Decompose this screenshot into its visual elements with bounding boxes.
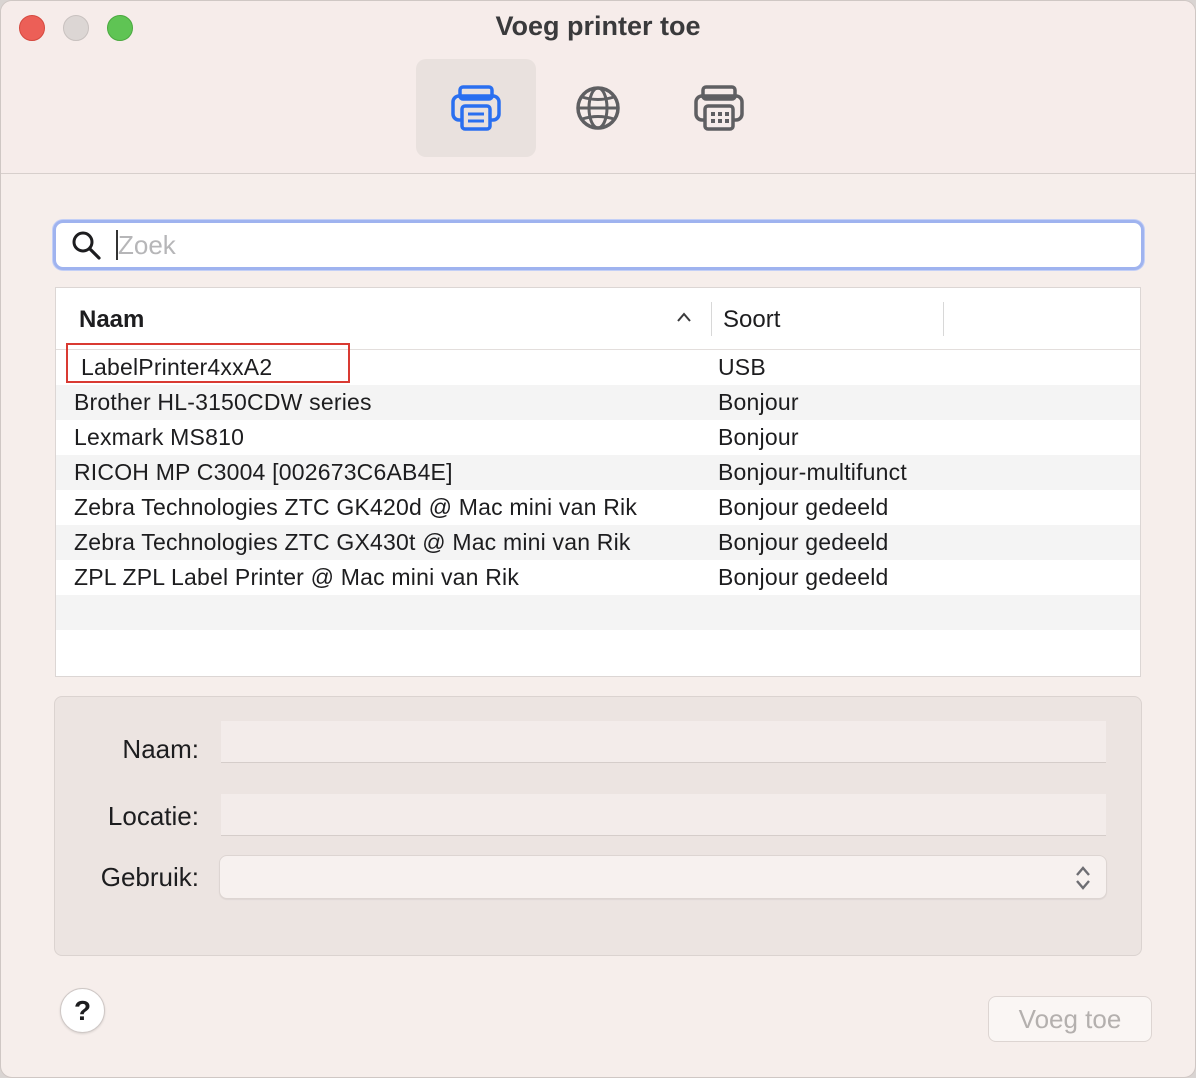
printer-details-panel: Naam: Locatie: Gebruik: — [54, 696, 1142, 956]
table-row-empty — [56, 595, 1140, 630]
table-row[interactable]: Zebra Technologies ZTC GK420d @ Mac mini… — [56, 490, 1140, 525]
table-row[interactable]: Zebra Technologies ZTC GX430t @ Mac mini… — [56, 525, 1140, 560]
printer-kind: Bonjour gedeeld — [718, 564, 889, 590]
printer-name: LabelPrinter4xxA2 — [81, 354, 273, 380]
table-row[interactable]: Lexmark MS810 Bonjour — [56, 420, 1140, 455]
table-row-empty — [56, 630, 1140, 665]
table-body: LabelPrinter4xxA2 USB Brother HL-3150CDW… — [56, 343, 1140, 665]
search-input[interactable] — [118, 225, 1078, 265]
column-separator[interactable] — [943, 302, 944, 336]
name-field[interactable] — [221, 721, 1106, 763]
column-header-name[interactable]: Naam — [79, 306, 144, 334]
printer-name: Brother HL-3150CDW series — [74, 389, 372, 415]
printer-table: Naam Soort LabelPrinter4xxA2 USB Brother… — [55, 287, 1141, 677]
tab-ip-printer[interactable] — [538, 59, 658, 157]
add-printer-window: Voeg printer toe Zoek Naam Soort LabelPr… — [0, 0, 1196, 1078]
help-button[interactable]: ? — [60, 988, 105, 1033]
printer-name: Lexmark MS810 — [74, 424, 245, 450]
name-label: Naam: — [122, 734, 199, 764]
printer-name: ZPL ZPL Label Printer @ Mac mini van Rik — [74, 564, 520, 590]
use-label: Gebruik: — [100, 862, 199, 892]
location-label: Locatie: — [107, 801, 199, 831]
table-header: Naam Soort — [56, 288, 1140, 350]
search-icon — [70, 229, 102, 261]
use-driver-popup[interactable] — [219, 855, 1107, 899]
search-field[interactable] — [53, 220, 1144, 270]
printer-name: Zebra Technologies ZTC GK420d @ Mac mini… — [74, 494, 638, 520]
table-row[interactable]: LabelPrinter4xxA2 USB — [56, 343, 1140, 385]
add-printer-button[interactable]: Voeg toe — [988, 996, 1152, 1042]
printer-kind: Bonjour — [718, 389, 799, 415]
printer-name: RICOH MP C3004 [002673C6AB4E] — [74, 459, 453, 485]
printer-kind: Bonjour gedeeld — [718, 494, 889, 520]
table-row[interactable]: RICOH MP C3004 [002673C6AB4E] Bonjour-mu… — [56, 455, 1140, 490]
tab-default-printers[interactable] — [416, 59, 536, 157]
location-field[interactable] — [221, 794, 1106, 836]
printer-kind: USB — [718, 354, 766, 380]
tab-windows-printer[interactable] — [659, 59, 779, 157]
table-row[interactable]: ZPL ZPL Label Printer @ Mac mini van Rik… — [56, 560, 1140, 595]
printer-kind: Bonjour gedeeld — [718, 529, 889, 555]
printer-default-icon — [451, 85, 501, 131]
table-row[interactable]: Brother HL-3150CDW series Bonjour — [56, 385, 1140, 420]
printer-kind: Bonjour-multifunct — [718, 459, 907, 485]
printer-kind: Bonjour — [718, 424, 799, 450]
printer-windows-icon — [694, 85, 744, 131]
chevron-up-down-icon — [1074, 864, 1092, 897]
globe-icon — [576, 86, 620, 130]
sort-ascending-icon[interactable] — [676, 310, 692, 328]
column-separator[interactable] — [711, 302, 712, 336]
column-header-kind[interactable]: Soort — [723, 306, 780, 334]
title-bar: Voeg printer toe — [1, 1, 1195, 174]
printer-name: Zebra Technologies ZTC GX430t @ Mac mini… — [74, 529, 631, 555]
window-title: Voeg printer toe — [495, 11, 701, 41]
